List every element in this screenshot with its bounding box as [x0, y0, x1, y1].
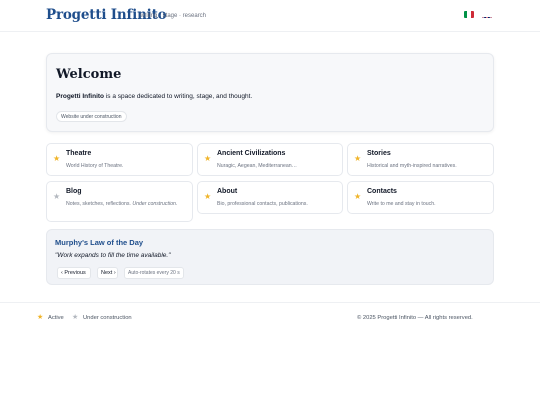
- copyright-text: © 2025 Progetti Infinito — All rights re…: [357, 315, 473, 321]
- section-description: Nuragic, Aegean, Mediterranean…: [217, 163, 297, 169]
- welcome-card: Welcome Progetti Infinito is a space ded…: [46, 53, 494, 132]
- section-card-blog[interactable]: ★ Blog Notes, sketches, reflections. Und…: [46, 181, 193, 222]
- section-description: World History of Theatre.: [66, 163, 124, 169]
- section-card-contacts[interactable]: ★ Contacts Write to me and stay in touch…: [347, 181, 494, 214]
- autorotate-badge: Auto-rotates every 20 s: [124, 267, 184, 279]
- section-title: About: [217, 188, 238, 195]
- construction-status-pill: Website under construction: [56, 111, 127, 122]
- welcome-title: Welcome: [56, 67, 122, 82]
- murphy-law-quote: "Work expands to fill the time available…: [55, 252, 171, 259]
- star-active-icon: ★: [53, 154, 61, 163]
- star-active-icon: ★: [354, 154, 362, 163]
- section-description: Bio, professional contacts, publications…: [217, 201, 308, 207]
- legend-active-label: Active: [48, 315, 64, 321]
- section-card-ancient-civilizations[interactable]: ★ Ancient Civilizations Nuragic, Aegean,…: [197, 143, 343, 176]
- next-button[interactable]: Next ›: [97, 267, 118, 279]
- italian-flag-icon[interactable]: [464, 11, 474, 18]
- section-card-about[interactable]: ★ About Bio, professional contacts, publ…: [197, 181, 343, 214]
- section-title: Blog: [66, 188, 82, 195]
- uk-flag-icon[interactable]: [482, 11, 492, 18]
- section-title: Contacts: [367, 188, 397, 195]
- murphy-law-card: Murphy's Law of the Day "Work expands to…: [46, 229, 494, 285]
- section-title: Stories: [367, 150, 391, 157]
- section-description-text: Notes, sketches, reflections.: [66, 201, 133, 207]
- welcome-brand: Progetti Infinito: [56, 93, 105, 100]
- section-card-stories[interactable]: ★ Stories Historical and myth-inspired n…: [347, 143, 494, 176]
- section-description: Notes, sketches, reflections. Under cons…: [66, 200, 190, 208]
- section-description-note: Under construction.: [132, 201, 178, 207]
- section-card-theatre[interactable]: ★ Theatre World History of Theatre.: [46, 143, 193, 176]
- site-header: Progetti Infinito writing · stage · rese…: [0, 0, 540, 32]
- star-active-icon: ★: [204, 192, 212, 201]
- star-active-icon: ★: [354, 192, 362, 201]
- site-tagline: writing · stage · research: [140, 13, 207, 19]
- welcome-text-rest: is a space dedicated to writing, stage, …: [104, 93, 253, 100]
- murphy-law-title: Murphy's Law of the Day: [55, 238, 144, 247]
- star-active-icon: ★: [204, 154, 212, 163]
- previous-button[interactable]: ‹ Previous: [57, 267, 91, 279]
- star-construction-icon: ★: [53, 192, 61, 201]
- section-description: Historical and myth-inspired narratives.: [367, 163, 457, 169]
- star-construction-icon: ★: [72, 314, 79, 321]
- site-footer: ★ Active ★ Under construction © 2025 Pro…: [0, 302, 540, 332]
- section-title: Theatre: [66, 150, 92, 157]
- star-active-icon: ★: [37, 314, 44, 321]
- section-title: Ancient Civilizations: [217, 150, 286, 157]
- legend-construction-label: Under construction: [83, 315, 132, 321]
- welcome-text: Progetti Infinito is a space dedicated t…: [56, 93, 252, 100]
- section-description: Write to me and stay in touch.: [367, 201, 436, 207]
